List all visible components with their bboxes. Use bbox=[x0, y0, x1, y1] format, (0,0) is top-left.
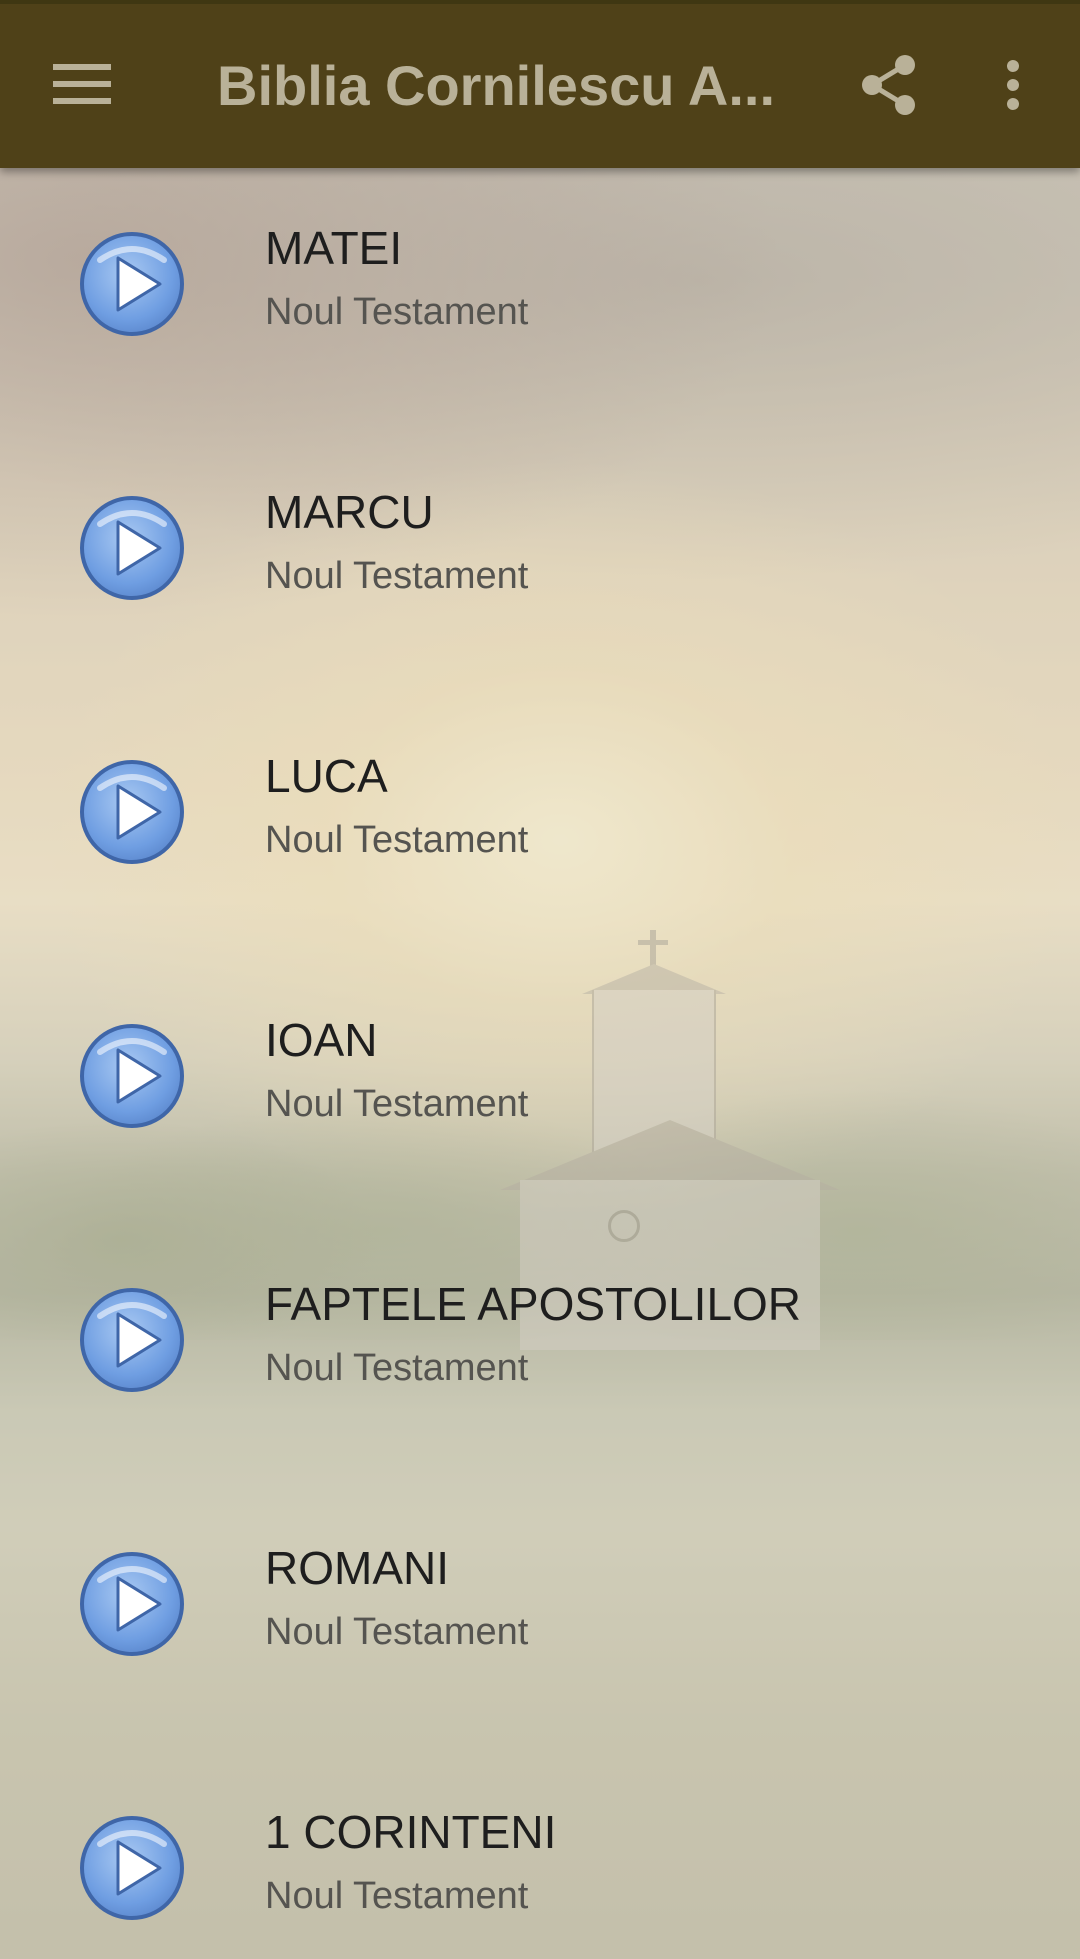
book-testament: Noul Testament bbox=[265, 1083, 529, 1125]
book-title: 1 CORINTENI bbox=[265, 1806, 557, 1858]
book-title: MATEI bbox=[265, 222, 403, 274]
list-item[interactable]: MATEI Noul Testament bbox=[0, 168, 1080, 432]
list-item[interactable]: MARCU Noul Testament bbox=[0, 432, 1080, 696]
app-title: Biblia Cornilescu A... bbox=[217, 54, 776, 117]
list-item[interactable]: LUCA Noul Testament bbox=[0, 696, 1080, 960]
play-circle-icon[interactable] bbox=[78, 1022, 186, 1130]
menu-button[interactable] bbox=[40, 48, 126, 120]
book-testament: Noul Testament bbox=[265, 1611, 529, 1653]
share-button[interactable] bbox=[848, 44, 930, 126]
app-bar: Biblia Cornilescu A... bbox=[0, 0, 1080, 168]
play-circle-icon[interactable] bbox=[78, 1550, 186, 1658]
more-vert-icon bbox=[1007, 60, 1019, 110]
book-title: ROMANI bbox=[265, 1542, 449, 1594]
book-list: MATEI Noul Testament MARCU Noul Testament LU… bbox=[0, 168, 1080, 1959]
book-testament: Noul Testament bbox=[265, 1875, 529, 1917]
book-title: FAPTELE APOSTOLILOR bbox=[265, 1278, 802, 1330]
list-item[interactable]: 1 CORINTENI Noul Testament bbox=[0, 1752, 1080, 1959]
book-title: LUCA bbox=[265, 750, 388, 802]
book-title: IOAN bbox=[265, 1014, 378, 1066]
list-item[interactable]: FAPTELE APOSTOLILOR Noul Testament bbox=[0, 1224, 1080, 1488]
book-testament: Noul Testament bbox=[265, 1347, 529, 1389]
play-circle-icon[interactable] bbox=[78, 494, 186, 602]
book-testament: Noul Testament bbox=[265, 555, 529, 597]
play-circle-icon[interactable] bbox=[78, 1286, 186, 1394]
book-testament: Noul Testament bbox=[265, 291, 529, 333]
play-circle-icon[interactable] bbox=[78, 758, 186, 866]
play-circle-icon[interactable] bbox=[78, 1814, 186, 1922]
share-icon bbox=[862, 55, 915, 115]
play-circle-icon[interactable] bbox=[78, 230, 186, 338]
screen: Biblia Cornilescu A... MATEI Noul Testame… bbox=[0, 0, 1080, 1959]
hamburger-menu-icon bbox=[53, 64, 111, 104]
book-title: MARCU bbox=[265, 486, 434, 538]
more-options-button[interactable] bbox=[980, 44, 1046, 126]
book-testament: Noul Testament bbox=[265, 819, 529, 861]
list-item[interactable]: ROMANI Noul Testament bbox=[0, 1488, 1080, 1752]
list-item[interactable]: IOAN Noul Testament bbox=[0, 960, 1080, 1224]
